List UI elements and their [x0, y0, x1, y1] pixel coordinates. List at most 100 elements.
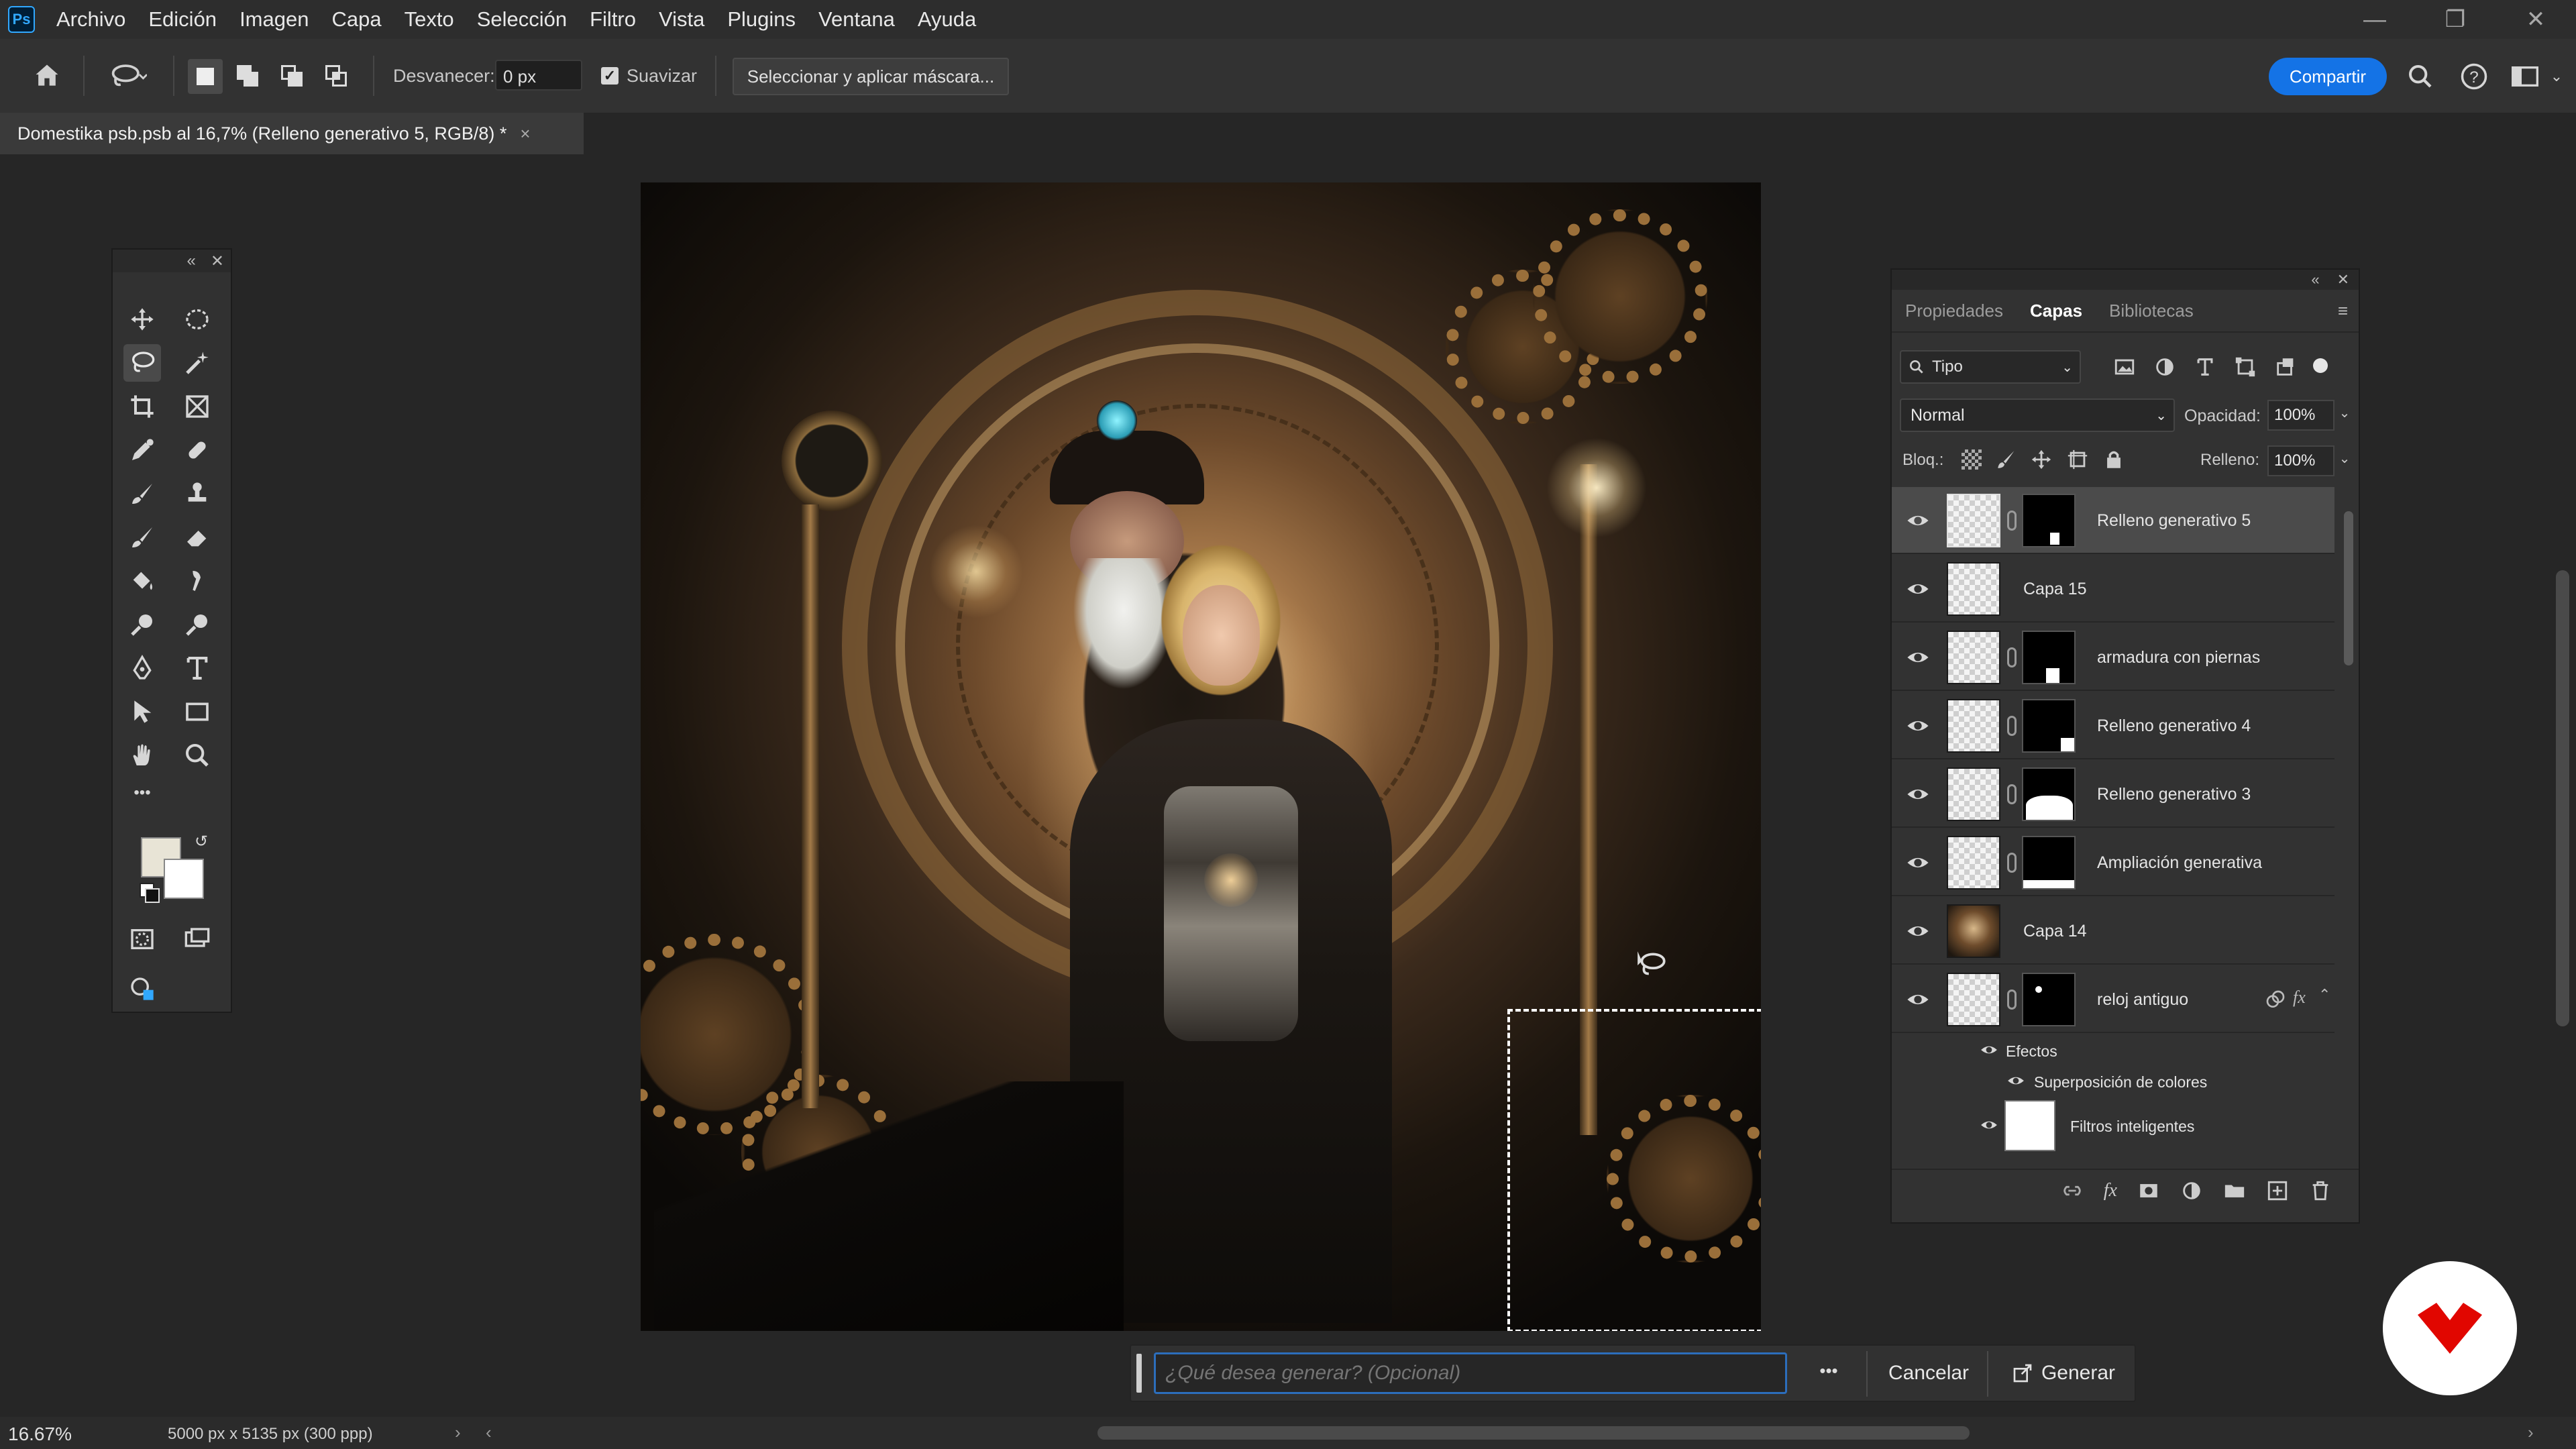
- effect-item-row[interactable]: Superposición de colores: [1892, 1065, 2334, 1096]
- layer-thumbnail[interactable]: [1947, 494, 2000, 547]
- layer-thumbnail[interactable]: [1947, 767, 2000, 821]
- add-mask-icon[interactable]: [2137, 1179, 2160, 1202]
- layer-row[interactable]: Relleno generativo 4: [1892, 692, 2334, 759]
- tab-bibliotecas[interactable]: Bibliotecas: [2096, 290, 2207, 331]
- lasso-selection[interactable]: [1507, 1009, 1761, 1331]
- document-close-icon[interactable]: ×: [520, 123, 530, 144]
- smart-filters-row[interactable]: Filtros inteligentes: [1892, 1097, 2334, 1154]
- move-tool-icon[interactable]: [123, 301, 161, 338]
- layer-mask-thumbnail[interactable]: [2022, 631, 2076, 684]
- vertical-scroll-thumb[interactable]: [2556, 570, 2569, 1026]
- eyedropper-tool-icon[interactable]: [123, 431, 161, 469]
- swap-colors-icon[interactable]: ↺: [195, 832, 215, 852]
- add-selection-icon[interactable]: [231, 59, 266, 94]
- share-button[interactable]: Compartir: [2269, 58, 2387, 95]
- feather-input[interactable]: 0 px: [495, 60, 582, 91]
- background-color-swatch[interactable]: [164, 859, 204, 899]
- lock-transparency-icon[interactable]: [1962, 449, 1982, 470]
- visibility-eye-icon[interactable]: [1907, 920, 1929, 943]
- panel-close-icon[interactable]: ✕: [2337, 271, 2349, 288]
- opacity-input[interactable]: 100%: [2267, 400, 2334, 431]
- type-tool-icon[interactable]: [178, 649, 216, 687]
- restore-icon[interactable]: ❐: [2415, 6, 2496, 33]
- panel-menu-icon[interactable]: ≡: [2338, 301, 2348, 321]
- mask-link-icon[interactable]: [2007, 784, 2017, 804]
- cancel-button[interactable]: Cancelar: [1878, 1352, 1979, 1394]
- lock-artboard-icon[interactable]: [2066, 448, 2089, 471]
- layer-row[interactable]: Relleno generativo 3: [1892, 761, 2334, 828]
- frame-tool-icon[interactable]: [178, 388, 216, 425]
- filter-shape-icon[interactable]: [2234, 356, 2257, 378]
- filter-toggle-icon[interactable]: [2313, 358, 2328, 373]
- marquee-tool-icon[interactable]: [178, 301, 216, 338]
- menu-plugins[interactable]: Plugins: [727, 7, 796, 32]
- menu-imagen[interactable]: Imagen: [239, 7, 309, 32]
- fx-label[interactable]: fx: [2293, 987, 2306, 1008]
- lock-position-icon[interactable]: [2030, 448, 2053, 471]
- effects-eye-icon[interactable]: [1979, 1041, 1999, 1059]
- layer-row[interactable]: armadura con piernas: [1892, 624, 2334, 691]
- mask-link-icon[interactable]: [2007, 647, 2017, 667]
- layer-filter-select[interactable]: Tipo ⌄: [1900, 350, 2081, 384]
- lasso-preset-icon[interactable]: [98, 57, 158, 95]
- scroll-right-icon[interactable]: ›: [2528, 1422, 2534, 1443]
- layer-thumbnail[interactable]: [1947, 836, 2000, 890]
- healing-brush-tool-icon[interactable]: [178, 431, 216, 469]
- intersect-selection-icon[interactable]: [319, 59, 354, 94]
- layer-mask-thumbnail[interactable]: [2022, 494, 2076, 547]
- minimize-icon[interactable]: —: [2334, 7, 2415, 33]
- smooth-checkbox[interactable]: ✓: [601, 67, 619, 85]
- effect-item-eye-icon[interactable]: [2006, 1072, 2026, 1089]
- layer-mask-thumbnail[interactable]: [2022, 699, 2076, 753]
- path-selection-tool-icon[interactable]: [123, 693, 161, 731]
- document-tab[interactable]: Domestika psb.psb al 16,7% (Relleno gene…: [0, 113, 584, 154]
- new-selection-icon[interactable]: [188, 59, 223, 94]
- new-adjustment-icon[interactable]: [2180, 1179, 2203, 1202]
- drag-handle[interactable]: [1136, 1354, 1142, 1393]
- layer-thumbnail[interactable]: [1947, 631, 2000, 684]
- expand-effects-icon[interactable]: ⌃: [2318, 986, 2330, 1004]
- menu-filtro[interactable]: Filtro: [590, 7, 636, 32]
- delete-layer-icon[interactable]: [2309, 1179, 2332, 1202]
- generate-button[interactable]: Generar: [1998, 1352, 2129, 1394]
- mask-link-icon[interactable]: [2007, 989, 2017, 1010]
- lock-pixels-icon[interactable]: [1995, 448, 2018, 471]
- link-layers-icon[interactable]: [2061, 1179, 2084, 1202]
- default-colors-icon[interactable]: [140, 883, 160, 903]
- menu-ventana[interactable]: Ventana: [818, 7, 895, 32]
- mask-link-icon[interactable]: [2007, 716, 2017, 736]
- filter-type-icon[interactable]: [2194, 356, 2216, 378]
- history-brush-tool-icon[interactable]: [123, 519, 161, 556]
- layer-mask-thumbnail[interactable]: [2022, 836, 2076, 890]
- effects-row[interactable]: Efectos: [1892, 1034, 2334, 1065]
- lasso-tool-icon[interactable]: [123, 344, 161, 382]
- visibility-eye-icon[interactable]: [1907, 851, 1929, 874]
- layer-thumbnail[interactable]: [1947, 904, 2000, 958]
- layers-scrollbar-thumb[interactable]: [2344, 511, 2353, 665]
- layer-thumbnail[interactable]: [1947, 562, 2000, 616]
- layer-row[interactable]: Relleno generativo 5: [1892, 487, 2334, 554]
- zoom-tool-icon[interactable]: [178, 737, 216, 774]
- panel-collapse-icon[interactable]: «: [2311, 271, 2319, 288]
- photoshop-logo-icon[interactable]: Ps: [8, 6, 35, 33]
- smudge-tool-icon[interactable]: [178, 562, 216, 600]
- more-options-icon[interactable]: •••: [1809, 1360, 1849, 1387]
- smart-filters-thumbnail[interactable]: [2004, 1100, 2055, 1151]
- magic-wand-tool-icon[interactable]: [178, 344, 216, 382]
- fill-chevron-icon[interactable]: ⌄: [2334, 445, 2355, 476]
- eraser-tool-icon[interactable]: [178, 519, 216, 556]
- tab-capas[interactable]: Capas: [2017, 290, 2096, 331]
- lock-all-icon[interactable]: [2102, 448, 2125, 471]
- crop-tool-icon[interactable]: [123, 388, 161, 425]
- opacity-chevron-icon[interactable]: ⌄: [2334, 400, 2355, 431]
- rectangle-tool-icon[interactable]: [178, 693, 216, 731]
- canvas-vertical-scrollbar[interactable]: [2549, 154, 2576, 1415]
- filter-pixel-icon[interactable]: [2113, 356, 2136, 378]
- filter-smart-object-icon[interactable]: [2274, 356, 2297, 378]
- horizontal-scroll-thumb[interactable]: [1097, 1426, 1970, 1440]
- prompt-input[interactable]: [1154, 1352, 1787, 1394]
- layer-mask-thumbnail[interactable]: [2022, 973, 2076, 1026]
- layer-thumbnail[interactable]: [1947, 699, 2000, 753]
- tools-close-icon[interactable]: ✕: [211, 252, 224, 271]
- workspace-chevron-icon[interactable]: ⌄: [2546, 58, 2567, 95]
